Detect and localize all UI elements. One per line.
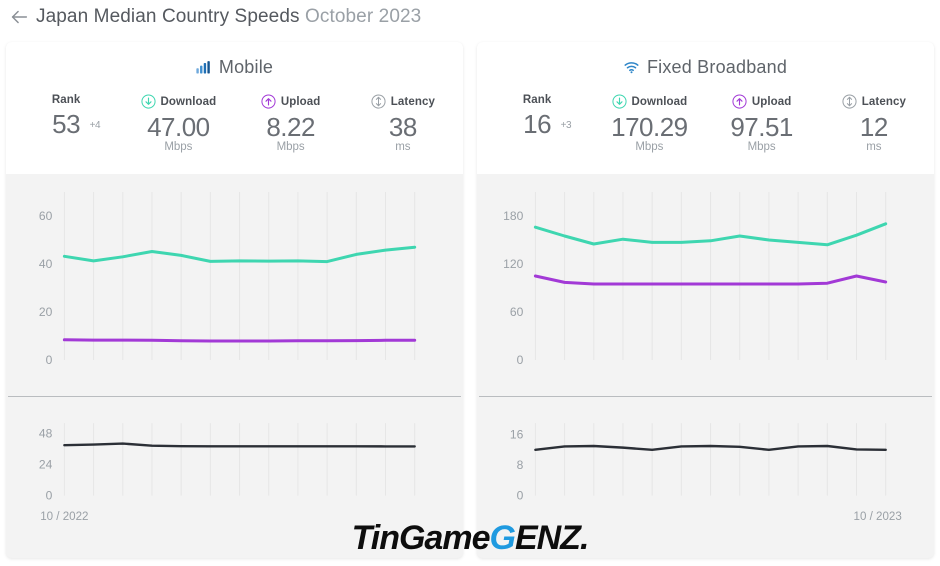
rank-delta-badge: +4 — [89, 120, 101, 131]
series-upload — [62, 338, 417, 343]
latency-icon — [371, 94, 386, 109]
metric-upload[interactable]: Upload 8.22 Mbps — [235, 94, 347, 153]
wifi-icon — [624, 61, 639, 73]
metric-label-latency: Latency — [818, 94, 930, 109]
x-axis-end-label: 10 / 2023 — [854, 511, 902, 523]
chart-mobile-speeds: 0 20 40 60 — [39, 192, 417, 367]
y-tick-label: 48 — [39, 427, 53, 441]
metric-unit-latency: ms — [395, 141, 411, 153]
y-tick-label: 60 — [510, 305, 524, 319]
y-tick-label: 20 — [39, 305, 53, 319]
upload-icon — [732, 94, 747, 109]
metric-unit-download: Mbps — [164, 141, 193, 153]
metric-label-text: Download — [631, 95, 688, 108]
page-title-main: Japan Median Country Speeds — [36, 6, 300, 27]
download-icon — [611, 94, 627, 109]
rank-wrapper: 53 +4 — [52, 109, 100, 139]
chart-mobile-latency: 0 24 48 10 / 2022 — [39, 423, 416, 523]
metric-rank[interactable]: Rank 53 +4 — [10, 94, 122, 139]
y-tick-label: 60 — [39, 209, 53, 223]
panel-fixed-broadband: Fixed Broadband Rank 16 +3 Download 170.29 Mbp… — [477, 42, 934, 558]
metric-label-rank: Rank — [481, 94, 593, 106]
y-tick-label: 16 — [510, 428, 524, 442]
y-tick-label: 0 — [46, 489, 53, 503]
upload-icon — [261, 94, 276, 109]
metric-upload[interactable]: Upload 97.51 Mbps — [706, 94, 818, 153]
signal-bars-icon — [196, 60, 210, 73]
metric-unit-latency: ms — [866, 141, 882, 153]
x-axis-start-label: 10 / 2022 — [40, 511, 88, 523]
metric-latency[interactable]: Latency 38 ms — [347, 94, 459, 153]
back-arrow-icon[interactable] — [8, 6, 30, 28]
metric-download[interactable]: Download 47.00 Mbps — [122, 94, 234, 153]
chart-fixed-latency: 0 8 16 10 / 2023 — [510, 423, 902, 523]
metric-label-text: Latency — [861, 95, 906, 108]
metrics-row: Rank 16 +3 Download 170.29 Mbps Upload 97.51 Mbp… — [477, 80, 934, 153]
metric-latency[interactable]: Latency 12 ms — [818, 94, 930, 153]
metric-unit-download: Mbps — [635, 141, 664, 153]
panel-header-fixed-broadband: Fixed Broadband Rank 16 +3 Download 170.29 Mbp… — [477, 42, 934, 174]
page-header: Japan Median Country Speeds October 2023 — [0, 0, 940, 34]
metric-value-latency: 38 — [388, 112, 417, 142]
panel-title-label: Mobile — [218, 56, 274, 77]
metric-value-download: 170.29 — [611, 112, 688, 142]
latency-icon — [842, 94, 857, 109]
metric-download[interactable]: Download 170.29 Mbps — [593, 94, 705, 153]
chart-speeds-mobile: 0 20 40 60 — [6, 174, 463, 396]
chart-latency-fixed-broadband: 0 8 16 10 / 2023 — [477, 397, 934, 558]
metric-label-text: Download — [160, 95, 217, 108]
panels-container: Mobile Rank 53 +4 Download 47.00 Mbps Upload 8.2… — [0, 42, 940, 566]
page-title-date: October 2023 — [304, 6, 422, 27]
y-tick-label: 0 — [46, 353, 53, 367]
rank-wrapper: 16 +3 — [523, 109, 571, 139]
page-title: Japan Median Country Speeds October 2023 — [36, 6, 421, 28]
y-tick-label: 0 — [517, 353, 524, 367]
metric-value-latency: 12 — [859, 112, 888, 142]
metric-label-text: Latency — [390, 95, 435, 108]
rank-delta-badge: +3 — [560, 120, 572, 131]
rank-number: 53 — [52, 109, 81, 139]
rank-number: 16 — [523, 109, 552, 139]
y-tick-label: 8 — [517, 458, 524, 472]
panel-title-label: Fixed Broadband — [646, 56, 788, 77]
metric-label-latency: Latency — [347, 94, 459, 109]
metrics-row: Rank 53 +4 Download 47.00 Mbps Upload 8.22 Mbps L… — [6, 80, 463, 153]
metric-value-download: 47.00 — [147, 112, 210, 142]
metric-unit-upload: Mbps — [747, 141, 776, 153]
metric-label-text: Rank — [51, 94, 81, 106]
panel-title-fixed-broadband: Fixed Broadband — [477, 54, 934, 80]
download-icon — [140, 94, 156, 109]
metric-label-upload: Upload — [706, 94, 818, 109]
metric-value-upload: 97.51 — [730, 112, 793, 142]
metric-label-download: Download — [122, 94, 234, 109]
metric-value-rank: 16 +3 — [481, 109, 593, 139]
y-tick-label: 120 — [503, 257, 523, 271]
metric-value-rank: 53 +4 — [10, 109, 122, 139]
metric-rank[interactable]: Rank 16 +3 — [481, 94, 593, 139]
metric-label-text: Rank — [522, 94, 552, 106]
metric-value-upload: 8.22 — [266, 112, 315, 142]
y-tick-label: 24 — [39, 458, 53, 472]
metric-unit-upload: Mbps — [276, 141, 305, 153]
y-tick-label: 180 — [503, 209, 523, 223]
y-tick-label: 40 — [39, 257, 53, 271]
chart-fixed-speeds: 0 60 120 180 — [503, 192, 888, 367]
panel-header-mobile: Mobile Rank 53 +4 Download 47.00 Mbps Upload 8.2… — [6, 42, 463, 174]
metric-label-upload: Upload — [235, 94, 347, 109]
metric-label-download: Download — [593, 94, 705, 109]
metric-label-rank: Rank — [10, 94, 122, 106]
panel-title-mobile: Mobile — [6, 54, 463, 80]
chart-latency-mobile: 0 24 48 10 / 2022 — [6, 397, 463, 558]
metric-label-text: Upload — [280, 95, 321, 108]
panel-mobile: Mobile Rank 53 +4 Download 47.00 Mbps Upload 8.2… — [6, 42, 463, 558]
chart-speeds-fixed-broadband: 0 60 120 180 — [477, 174, 934, 396]
metric-label-text: Upload — [751, 95, 792, 108]
y-tick-label: 0 — [517, 489, 524, 503]
